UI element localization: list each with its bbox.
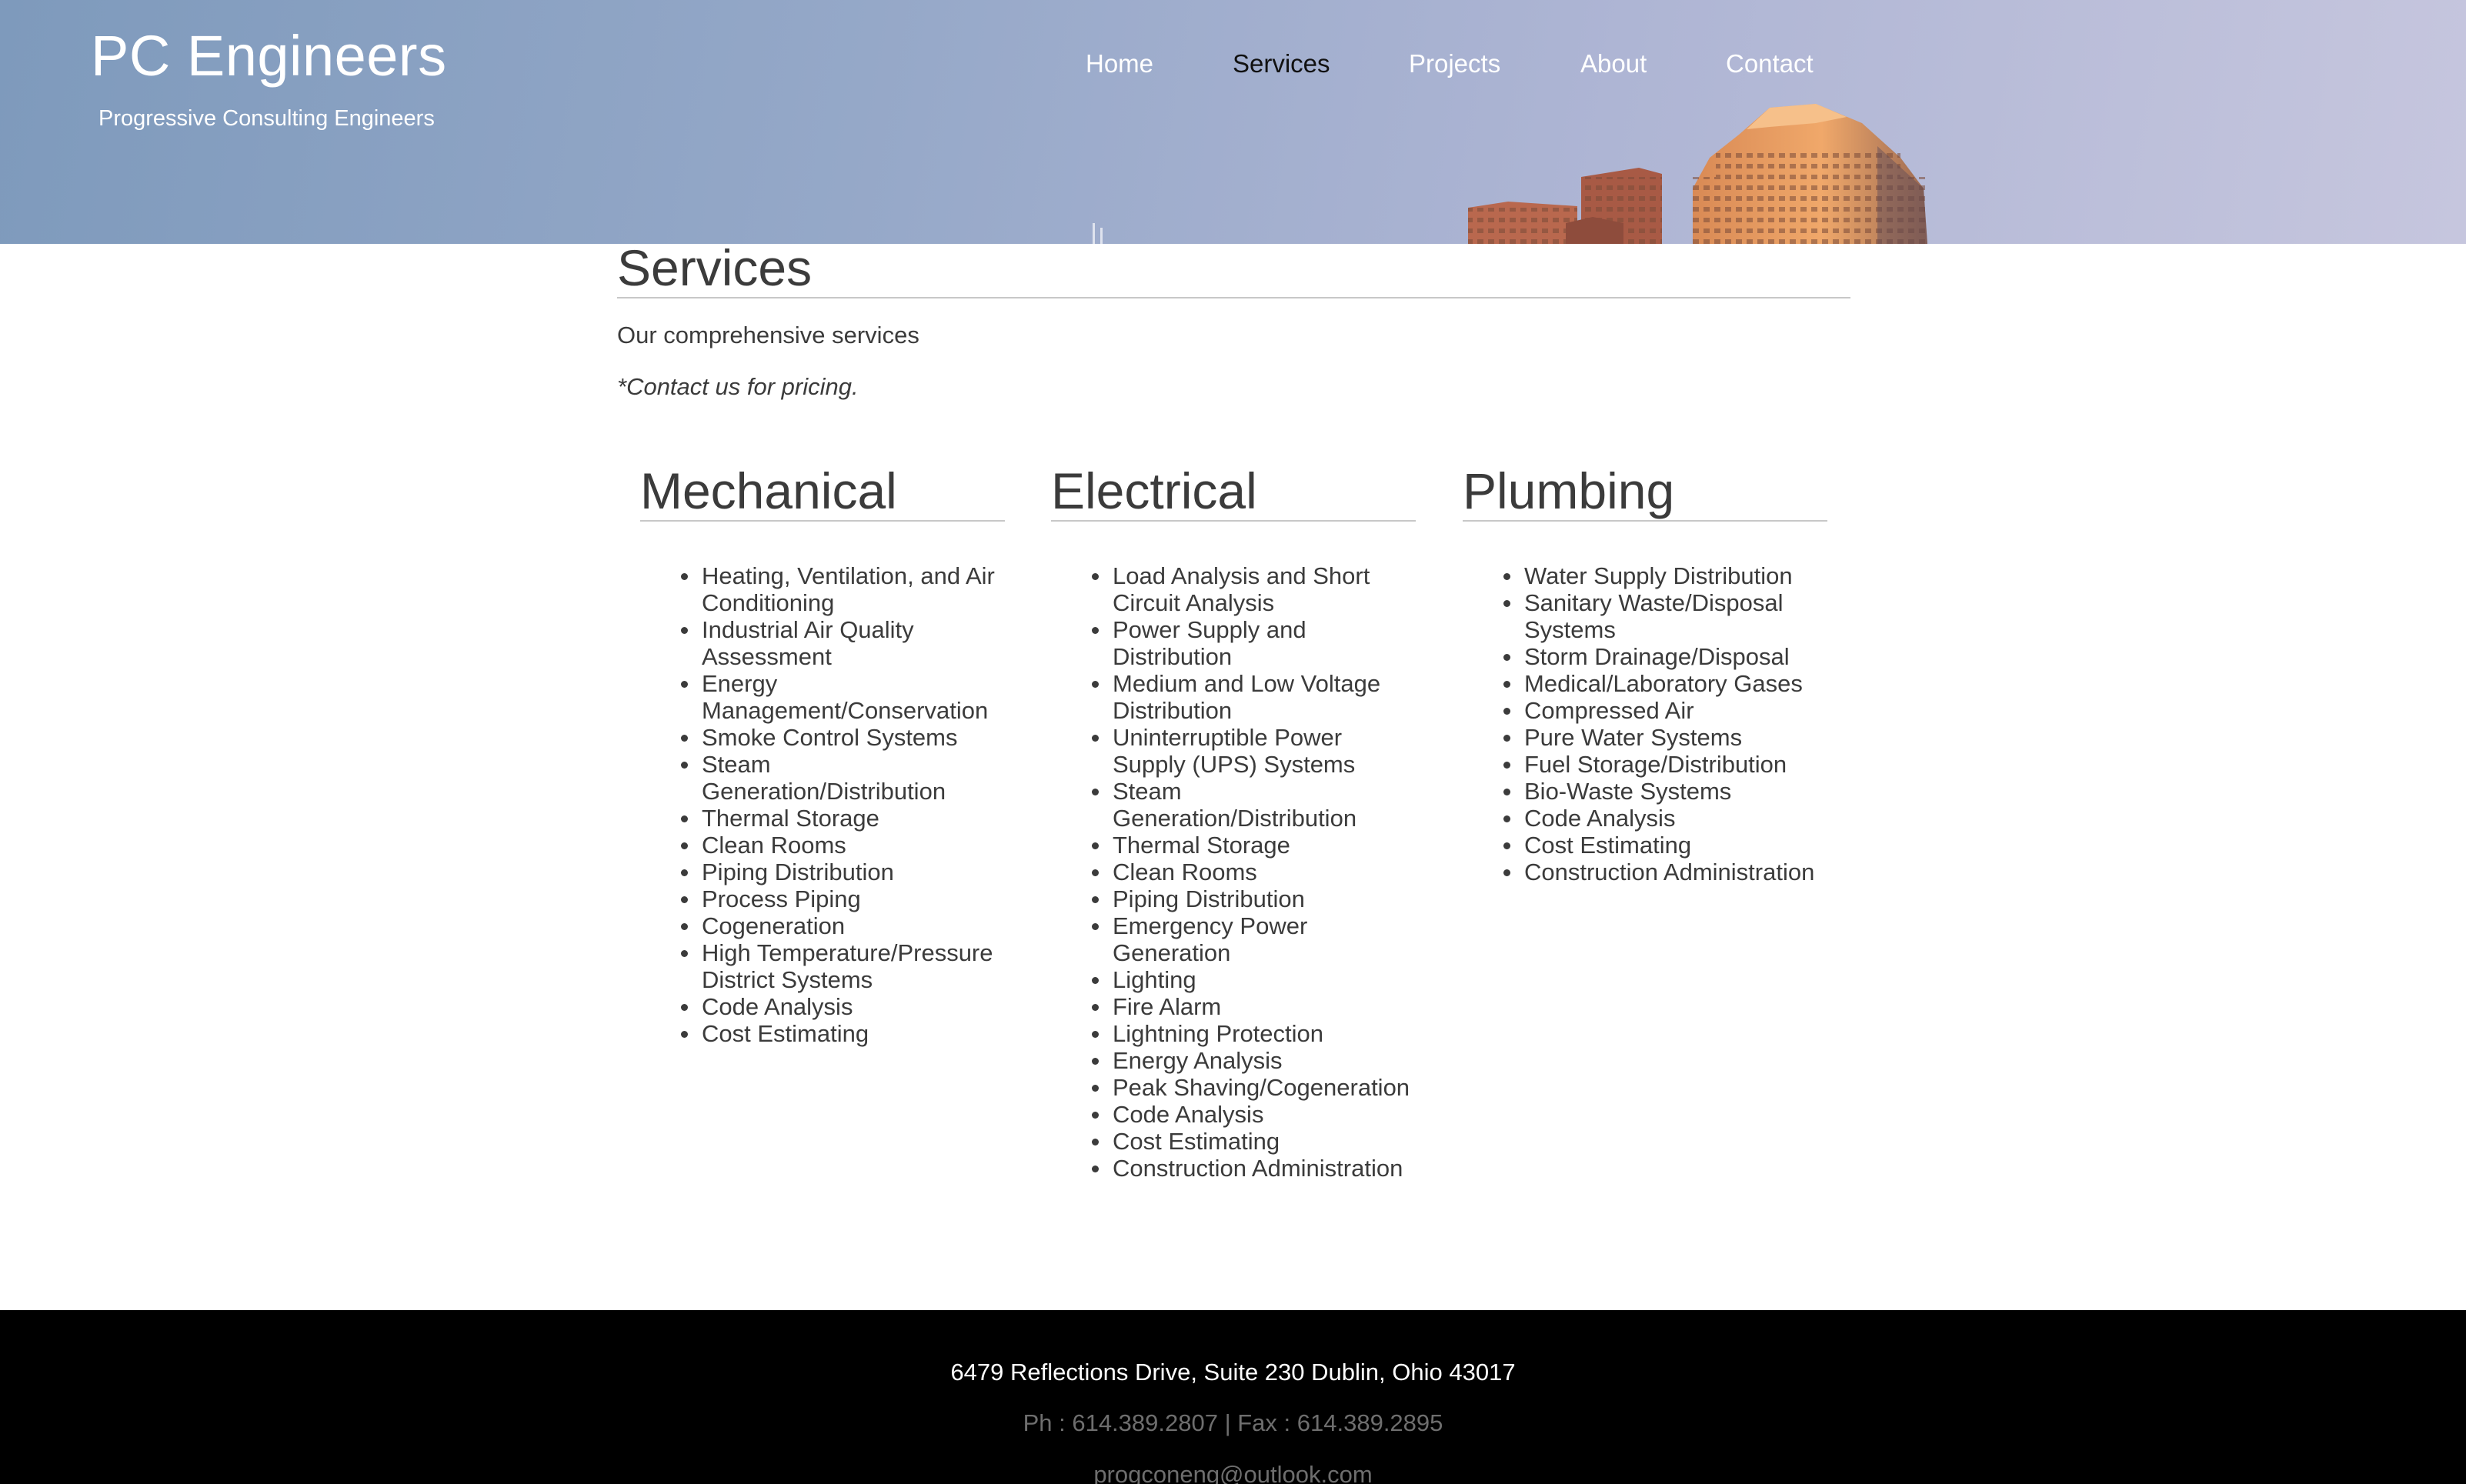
service-list-item: Medical/Laboratory Gases <box>1503 670 1827 697</box>
mechanical-list: Heating, Ventilation, and Air Conditioni… <box>640 562 1005 1047</box>
service-list-item: Lightning Protection <box>1092 1020 1416 1047</box>
page-intro: Our comprehensive services <box>617 322 919 348</box>
service-list-item: Lighting <box>1092 966 1416 993</box>
service-list-item: Piping Distribution <box>1092 885 1416 912</box>
service-list-item: Construction Administration <box>1503 859 1827 885</box>
service-list-item: Heating, Ventilation, and Air Conditioni… <box>681 562 1005 616</box>
footer-address: 6479 Reflections Drive, Suite 230 Dublin… <box>950 1359 1516 1386</box>
plumbing-list: Water Supply Distribution Sanitary Waste/… <box>1463 562 1827 885</box>
service-list-item: Medium and Low Voltage Distribution <box>1092 670 1416 724</box>
service-list-item: Power Supply and Distribution <box>1092 616 1416 670</box>
service-list-item: Fuel Storage/Distribution <box>1503 751 1827 778</box>
section-title: Electrical <box>1051 462 1416 522</box>
service-list-item: Emergency Power Generation <box>1092 912 1416 966</box>
service-list-item: Storm Drainage/Disposal <box>1503 643 1827 670</box>
pricing-note: *Contact us for pricing. <box>617 373 859 400</box>
service-list-item: Compressed Air <box>1503 697 1827 724</box>
site-header: PC Engineers Progressive Consulting Engi… <box>0 0 2466 244</box>
service-list-item: Steam Generation/Distribution <box>681 751 1005 805</box>
service-list-item: Cogeneration <box>681 912 1005 939</box>
section-title: Plumbing <box>1463 462 1827 522</box>
service-list-item: Clean Rooms <box>681 832 1005 859</box>
service-list-item: Code Analysis <box>1092 1101 1416 1128</box>
brand-title[interactable]: PC Engineers <box>91 23 447 88</box>
service-list-item: Load Analysis and Short Circuit Analysis <box>1092 562 1416 616</box>
service-list-item: Uninterruptible Power Supply (UPS) Syste… <box>1092 724 1416 778</box>
nav-about[interactable]: About <box>1580 49 1647 78</box>
service-list-item: Sanitary Waste/Disposal Systems <box>1503 589 1827 643</box>
service-list-item: Thermal Storage <box>1092 832 1416 859</box>
service-list-item: Cost Estimating <box>681 1020 1005 1047</box>
nav-services[interactable]: Services <box>1233 49 1330 78</box>
service-list-item: Fire Alarm <box>1092 993 1416 1020</box>
service-list-item: Steam Generation/Distribution <box>1092 778 1416 832</box>
service-list-item: Energy Analysis <box>1092 1047 1416 1074</box>
service-list-item: Energy Management/Conservation <box>681 670 1005 724</box>
service-list-item: Water Supply Distribution <box>1503 562 1827 589</box>
section-title: Mechanical <box>640 462 1005 522</box>
service-list-item: Construction Administration <box>1092 1155 1416 1182</box>
service-list-item: Code Analysis <box>1503 805 1827 832</box>
service-list-item: Bio-Waste Systems <box>1503 778 1827 805</box>
electrical-list: Load Analysis and Short Circuit Analysis… <box>1051 562 1416 1182</box>
page-title: Services <box>617 238 1850 298</box>
service-list-item: Clean Rooms <box>1092 859 1416 885</box>
service-list-item: High Temperature/Pressure District Syste… <box>681 939 1005 993</box>
site-footer: 6479 Reflections Drive, Suite 230 Dublin… <box>0 1310 2466 1484</box>
brand-tagline: Progressive Consulting Engineers <box>98 106 435 131</box>
footer-phone-fax: Ph : 614.389.2807 | Fax : 614.389.2895 <box>1023 1409 1443 1436</box>
service-list-item: Cost Estimating <box>1092 1128 1416 1155</box>
electrical-section: Electrical Load Analysis and Short Circu… <box>1051 462 1416 1182</box>
mechanical-section: Mechanical Heating, Ventilation, and Air… <box>640 462 1005 1047</box>
nav-projects[interactable]: Projects <box>1409 49 1500 78</box>
service-list-item: Smoke Control Systems <box>681 724 1005 751</box>
service-list-item: Industrial Air Quality Assessment <box>681 616 1005 670</box>
service-list-item: Process Piping <box>681 885 1005 912</box>
service-list-item: Thermal Storage <box>681 805 1005 832</box>
service-list-item: Code Analysis <box>681 993 1005 1020</box>
nav-contact[interactable]: Contact <box>1726 49 1814 78</box>
service-list-item: Peak Shaving/Cogeneration <box>1092 1074 1416 1101</box>
service-list-item: Pure Water Systems <box>1503 724 1827 751</box>
service-list-item: Cost Estimating <box>1503 832 1827 859</box>
plumbing-section: Plumbing Water Supply Distribution Sanita… <box>1463 462 1827 885</box>
nav-home[interactable]: Home <box>1086 49 1153 78</box>
footer-email-link[interactable]: progconeng@outlook.com <box>0 1461 2466 1484</box>
service-list-item: Piping Distribution <box>681 859 1005 885</box>
